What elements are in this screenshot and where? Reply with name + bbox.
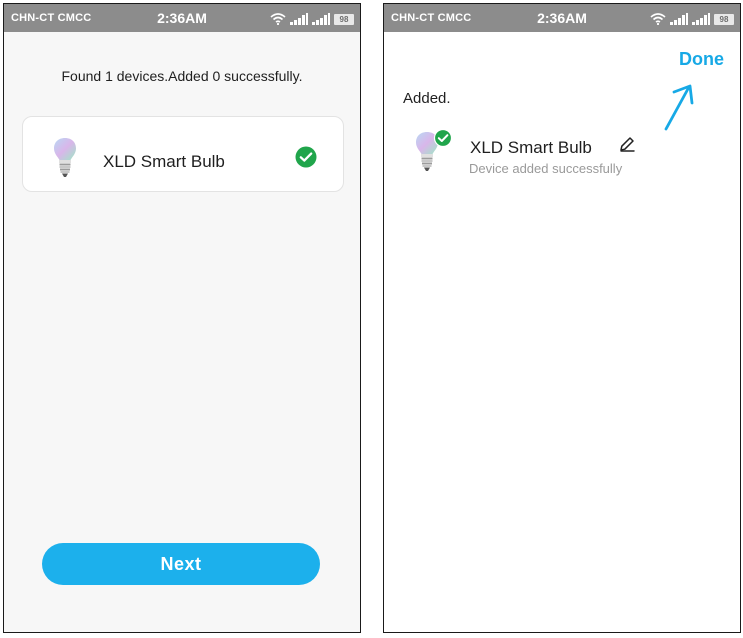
- done-button[interactable]: Done: [679, 49, 724, 70]
- status-bar: CHN-CT CMCC 2:36AM 98: [4, 4, 360, 32]
- signal-icon: [312, 13, 330, 25]
- found-devices-message: Found 1 devices.Added 0 successfully.: [61, 68, 303, 84]
- next-button[interactable]: Next: [42, 543, 320, 585]
- status-icons: 98: [650, 11, 734, 25]
- status-bar: CHN-CT CMCC 2:36AM 98: [384, 4, 740, 32]
- device-card[interactable]: XLD Smart Bulb: [22, 116, 344, 192]
- device-found-screen: CHN-CT CMCC 2:36AM 98 Found 1 devices.Ad…: [3, 3, 361, 633]
- device-name: XLD Smart Bulb: [103, 152, 225, 171]
- device-added-screen: CHN-CT CMCC 2:36AM 98 Done Added. XLD Sm…: [383, 3, 741, 633]
- battery-icon: 98: [334, 14, 354, 25]
- battery-icon: 98: [714, 14, 734, 25]
- bulb-icon: [416, 128, 453, 171]
- device-name: XLD Smart Bulb: [470, 138, 592, 157]
- signal-icon: [670, 13, 688, 25]
- pencil-icon[interactable]: [618, 135, 636, 153]
- signal-icon: [692, 13, 710, 25]
- status-icons: 98: [270, 11, 354, 25]
- wifi-icon: [650, 13, 666, 25]
- check-circle-icon: [433, 128, 453, 148]
- device-status: Device added successfully: [469, 161, 623, 176]
- added-heading: Added.: [403, 90, 451, 107]
- wifi-icon: [270, 13, 286, 25]
- check-circle-icon: [295, 146, 317, 168]
- arrow-icon: [664, 84, 694, 131]
- bulb-icon: [54, 138, 76, 177]
- signal-icon: [290, 13, 308, 25]
